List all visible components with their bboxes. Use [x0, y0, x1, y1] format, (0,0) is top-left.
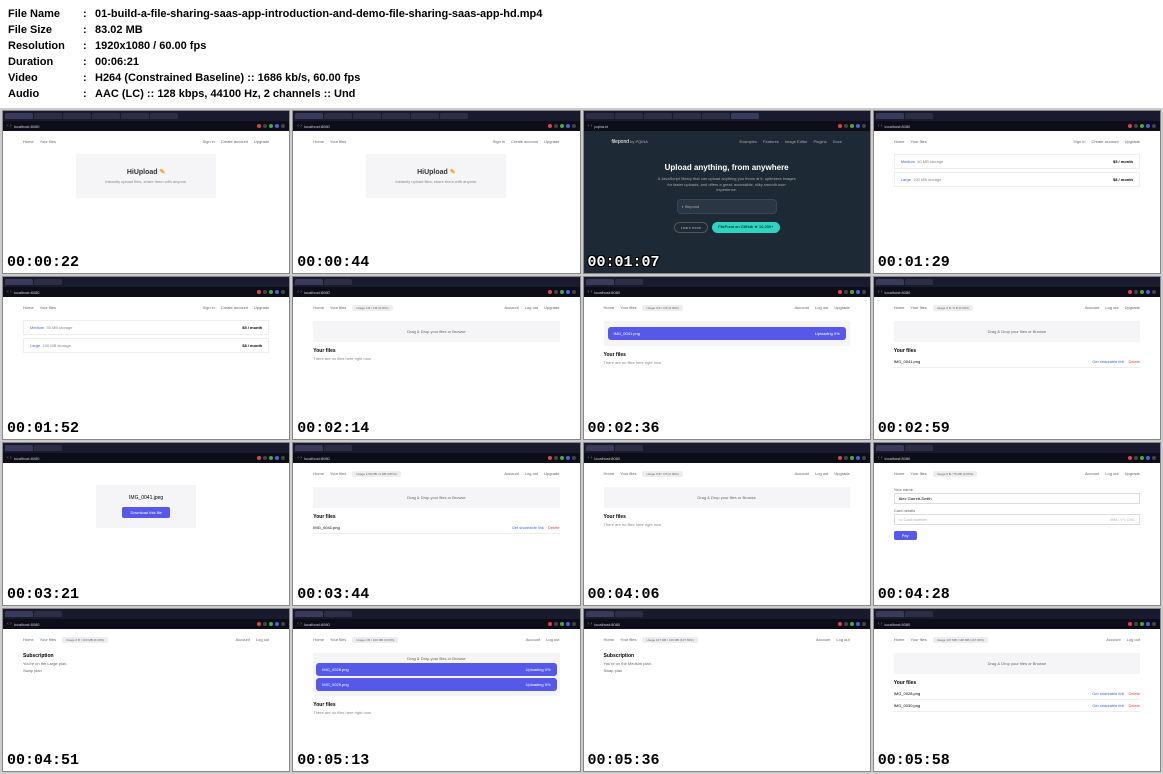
- thumbnail[interactable]: ‹ ›localhost:8080 HomeYour filesUsage 0 …: [583, 442, 871, 606]
- thumbnail[interactable]: ‹ ›localhost:8080 HomeYour filesSign inC…: [873, 110, 1161, 274]
- timestamp: 00:04:06: [588, 586, 660, 603]
- value-duration: 00:06:21: [95, 54, 139, 70]
- label-filesize: File Size: [8, 22, 83, 38]
- card-input: ▭ Card numberMM / YY CVC: [894, 514, 1140, 525]
- download-button: Download this file: [122, 507, 169, 518]
- timestamp: 00:03:44: [297, 586, 369, 603]
- timestamp: 00:01:29: [878, 254, 950, 271]
- label-filename: File Name: [8, 6, 83, 22]
- hero-card: HiUpload ✎ Instantly upload files, share…: [76, 154, 216, 198]
- value-filesize: 83.02 MB: [95, 22, 143, 38]
- timestamp: 00:00:44: [297, 254, 369, 271]
- media-info-panel: File Name:01-build-a-file-sharing-saas-a…: [0, 0, 1163, 108]
- thumbnail[interactable]: ‹ ›localhost:8080 HomeYour filesSign inC…: [2, 276, 290, 440]
- label-video: Video: [8, 70, 83, 86]
- timestamp: 00:04:28: [878, 586, 950, 603]
- thumbnail[interactable]: ‹ ›localhost:8080 HomeYour filesUsage 0 …: [583, 276, 871, 440]
- timestamp: 00:02:36: [588, 420, 660, 437]
- thumbnail[interactable]: ‹ ›localhost:8080 HomeYour filesUsage 0 …: [2, 608, 290, 772]
- label-duration: Duration: [8, 54, 83, 70]
- thumbnail[interactable]: ‹ ›localhost:8080 IMG_0041.jpeg Download…: [2, 442, 290, 606]
- timestamp: 00:02:14: [297, 420, 369, 437]
- thumbnail[interactable]: ‹ ›localhost:8080 HomeYour filesSign inC…: [292, 110, 580, 274]
- thumbnail[interactable]: ‹ ›localhost:8080 HomeYour filesUsage 10…: [583, 608, 871, 772]
- thumbnail[interactable]: ‹ ›localhost:8080 HomeYour filesUsage 0 …: [292, 276, 580, 440]
- thumbnail[interactable]: ‹ ›localhost:8080 HomeYour filesUsage 2.…: [292, 442, 580, 606]
- value-filename: 01-build-a-file-sharing-saas-app-introdu…: [95, 6, 542, 22]
- thumbnail[interactable]: ‹ ›localhost:8080 HomeYour filesSign inC…: [2, 110, 290, 274]
- thumbnail[interactable]: ‹ ›localhost:8080 HomeYour filesUsage 0 …: [292, 608, 580, 772]
- value-video: H264 (Constrained Baseline) :: 1686 kb/s…: [95, 70, 360, 86]
- thumbnail[interactable]: ‹ ›pqina.nl filepond by PQINA ExamplesFe…: [583, 110, 871, 274]
- timestamp: 00:05:13: [297, 752, 369, 769]
- name-input: Alex Garrett-Smith: [894, 493, 1140, 504]
- thumbnail-grid: ‹ ›localhost:8080 HomeYour filesSign inC…: [0, 108, 1163, 774]
- pay-button: Pay: [894, 531, 917, 540]
- timestamp: 00:04:51: [7, 752, 79, 769]
- timestamp: 00:03:21: [7, 586, 79, 603]
- dropzone: Drag & Drop your files or Browse: [313, 321, 559, 342]
- timestamp: 00:00:22: [7, 254, 79, 271]
- download-card: IMG_0041.jpeg Download this file: [96, 485, 196, 528]
- timestamp: 00:01:52: [7, 420, 79, 437]
- thumbnail[interactable]: ‹ ›localhost:8080 HomeYour filesUsage 0 …: [873, 276, 1161, 440]
- value-resolution: 1920x1080 / 60.00 fps: [95, 38, 206, 54]
- timestamp: 00:02:59: [878, 420, 950, 437]
- timestamp: 00:05:36: [588, 752, 660, 769]
- value-audio: AAC (LC) :: 128 kbps, 44100 Hz, 2 channe…: [95, 86, 355, 102]
- thumbnail[interactable]: ‹ ›localhost:8080 HomeYour filesUsage 0 …: [873, 442, 1161, 606]
- timestamp: 00:01:07: [588, 254, 660, 271]
- label-resolution: Resolution: [8, 38, 83, 54]
- thumbnail[interactable]: ‹ ›localhost:8080 HomeYour filesUsage 10…: [873, 608, 1161, 772]
- timestamp: 00:05:58: [878, 752, 950, 769]
- label-audio: Audio: [8, 86, 83, 102]
